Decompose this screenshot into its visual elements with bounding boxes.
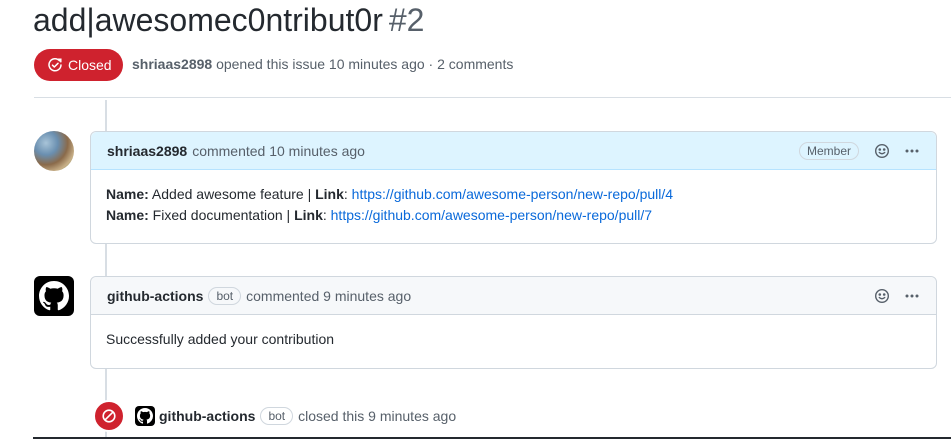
issue-title-text: add|awesomec0ntribut0r	[33, 2, 383, 38]
smiley-icon	[874, 143, 890, 158]
name-label: Name:	[106, 207, 149, 223]
issue-author-link[interactable]: shriaas2898	[132, 56, 212, 72]
name-label: Name:	[106, 186, 149, 202]
issue-state-badge: Closed	[34, 49, 123, 81]
issue-meta: shriaas2898 opened this issue 10 minutes…	[132, 56, 513, 72]
github-mark-icon	[39, 281, 69, 311]
bot-avatar[interactable]	[34, 276, 74, 316]
event-text[interactable]: closed this 9 minutes ago	[298, 408, 456, 424]
github-mark-icon	[137, 408, 153, 424]
separator: :	[322, 207, 331, 223]
issue-closed-icon	[48, 58, 62, 72]
comment-body: Name: Added awesome feature | Link: http…	[91, 170, 936, 240]
pull-request-link[interactable]: https://github.com/awesome-person/new-re…	[352, 186, 673, 202]
smiley-icon	[874, 288, 890, 303]
event-actor-link[interactable]: github-actions	[159, 408, 255, 424]
member-badge: Member	[798, 141, 859, 160]
add-reaction-button[interactable]	[870, 139, 894, 163]
name-value: Fixed documentation |	[148, 207, 295, 223]
link-label: Link	[294, 207, 323, 223]
comment-timestamp[interactable]: commented 9 minutes ago	[246, 288, 411, 304]
issue-number: #2	[388, 2, 425, 38]
bot-badge: bot	[208, 286, 242, 305]
close-event-badge	[93, 400, 125, 432]
pull-request-link[interactable]: https://github.com/awesome-person/new-re…	[331, 207, 652, 223]
comment-options-button[interactable]	[900, 139, 924, 163]
kebab-horizontal-icon	[905, 294, 919, 297]
comment-body: Successfully added your contribution	[91, 315, 936, 364]
issue-meta-text: opened this issue 10 minutes ago · 2 com…	[216, 56, 514, 72]
comment-header: shriaas2898 commented 10 minutes ago Mem…	[91, 132, 936, 170]
header-divider	[34, 97, 951, 98]
comment-2: github-actions bot commented 9 minutes a…	[90, 276, 937, 369]
bot-badge: bot	[260, 407, 294, 425]
comment-options-button[interactable]	[900, 284, 924, 308]
separator: :	[343, 186, 352, 202]
contribution-line: Name: Added awesome feature | Link: http…	[106, 184, 921, 205]
actor-avatar[interactable]	[135, 406, 155, 426]
comment-timestamp[interactable]: commented 10 minutes ago	[192, 143, 365, 159]
kebab-horizontal-icon	[905, 149, 919, 152]
link-label: Link	[315, 186, 344, 202]
circle-slash-icon	[102, 409, 116, 423]
comment-1: shriaas2898 commented 10 minutes ago Mem…	[90, 131, 937, 244]
comment-header: github-actions bot commented 9 minutes a…	[91, 277, 936, 315]
add-reaction-button[interactable]	[870, 284, 894, 308]
name-value: Added awesome feature |	[148, 186, 316, 202]
close-event: github-actions bot closed this 9 minutes…	[93, 400, 456, 432]
avatar[interactable]	[34, 131, 74, 171]
comment-text: Successfully added your contribution	[106, 331, 335, 347]
comment-author-link[interactable]: shriaas2898	[107, 143, 187, 159]
contribution-line: Name: Fixed documentation | Link: https:…	[106, 205, 921, 226]
issue-state-label: Closed	[68, 57, 112, 73]
issue-title: add|awesomec0ntribut0r #2	[33, 2, 424, 38]
comment-author-link[interactable]: github-actions	[107, 288, 203, 304]
